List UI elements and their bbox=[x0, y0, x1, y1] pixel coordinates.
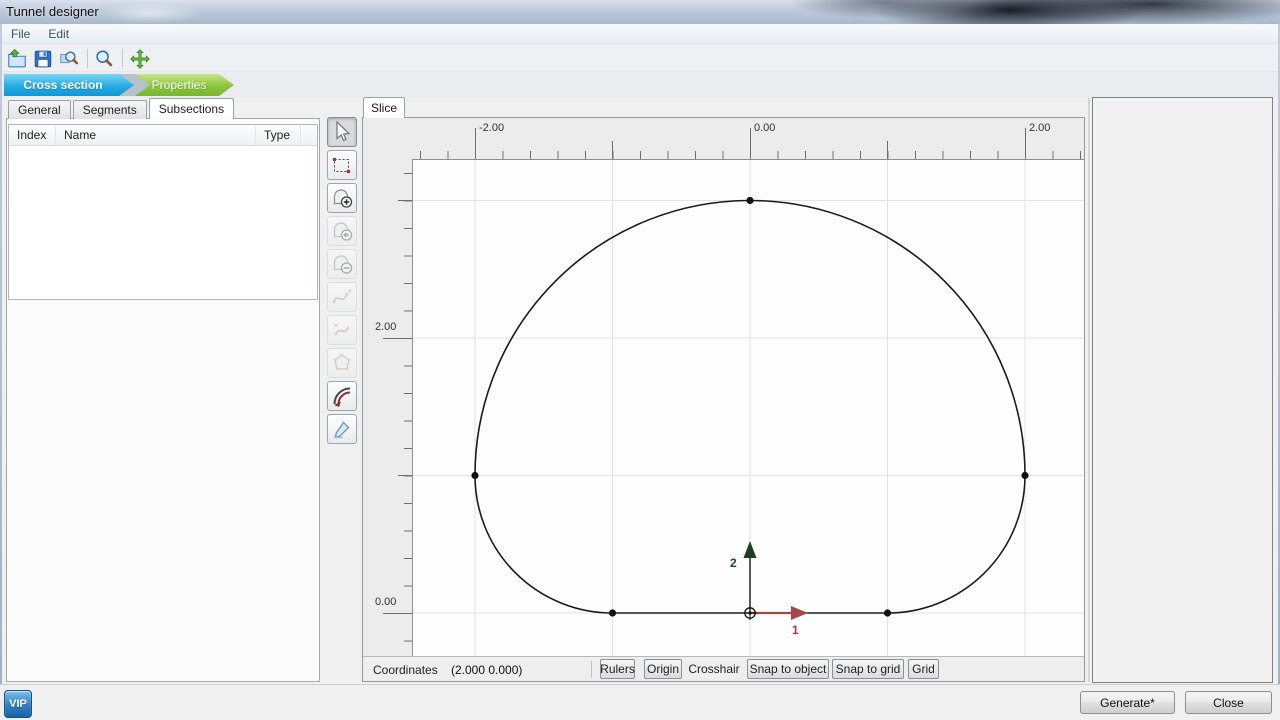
toggle-crosshair[interactable]: Crosshair bbox=[688, 659, 740, 679]
move-arrows-icon bbox=[129, 48, 151, 70]
wizard-bar: Cross section Properties bbox=[2, 72, 1278, 98]
window-title: Tunnel designer bbox=[6, 4, 99, 19]
tab-segments[interactable]: Segments bbox=[73, 100, 147, 119]
coordinates-value: (2.000 0.000) bbox=[451, 663, 522, 677]
tab-slice[interactable]: Slice bbox=[363, 97, 405, 118]
top-ruler-label: 0.00 bbox=[754, 122, 775, 134]
axis-1-label: 1 bbox=[792, 623, 799, 637]
magnifier-icon bbox=[93, 48, 115, 70]
left-ruler bbox=[371, 160, 412, 656]
tick bbox=[612, 141, 613, 159]
toggle-rulers[interactable]: Rulers bbox=[600, 659, 635, 679]
tick bbox=[750, 128, 751, 159]
zoom-selection-button[interactable] bbox=[57, 47, 81, 71]
panel-splitter[interactable] bbox=[1088, 98, 1090, 682]
tab-general[interactable]: General bbox=[8, 100, 71, 119]
zoom-button[interactable] bbox=[92, 47, 116, 71]
window-border-left bbox=[0, 24, 2, 720]
add-subsection-icon bbox=[330, 186, 354, 210]
toggle-snap-to-object[interactable]: Snap to object bbox=[747, 659, 829, 679]
tool-pointer[interactable] bbox=[327, 117, 357, 147]
menu-edit[interactable]: Edit bbox=[39, 25, 78, 43]
polycurve-icon bbox=[330, 285, 354, 309]
column-type[interactable]: Type bbox=[256, 125, 301, 145]
tunnel-cross-section-drawing[interactable]: 2 1 bbox=[413, 160, 1084, 656]
close-button[interactable]: Close bbox=[1185, 691, 1272, 714]
toolbar-separator bbox=[122, 49, 123, 68]
tool-polygon[interactable] bbox=[327, 348, 357, 378]
toggle-grid[interactable]: Grid bbox=[908, 659, 939, 679]
column-index[interactable]: Index bbox=[9, 125, 56, 145]
left-ruler-label: 0.00 bbox=[375, 596, 396, 608]
tool-remove-subsection[interactable] bbox=[327, 249, 357, 279]
tick bbox=[383, 338, 412, 339]
table-body-empty bbox=[9, 146, 317, 299]
tab-subsections[interactable]: Subsections bbox=[149, 98, 234, 119]
axis-1-arrow bbox=[750, 606, 808, 620]
column-name[interactable]: Name bbox=[56, 125, 256, 145]
tool-polycurve[interactable] bbox=[327, 282, 357, 312]
tool-insert-subsection[interactable] bbox=[327, 216, 357, 246]
rectangle-selection-icon bbox=[330, 153, 354, 177]
save-button[interactable] bbox=[31, 47, 55, 71]
tool-add-subsection[interactable] bbox=[327, 183, 357, 213]
subsections-table: Index Name Type bbox=[8, 124, 318, 300]
remove-subsection-icon bbox=[330, 252, 354, 276]
tool-pen[interactable] bbox=[327, 414, 357, 444]
drawing-surface[interactable]: 2 1 bbox=[412, 159, 1084, 656]
table-header: Index Name Type bbox=[9, 125, 317, 146]
polygon-icon bbox=[330, 351, 354, 375]
toolbar-separator bbox=[87, 49, 88, 68]
menu-bar: File Edit bbox=[2, 24, 1278, 44]
left-panel-tabs: General Segments Subsections bbox=[8, 99, 234, 119]
pointer-icon bbox=[330, 120, 354, 144]
tick bbox=[475, 128, 476, 159]
pen-tool-icon bbox=[330, 417, 354, 441]
toggle-snap-to-grid[interactable]: Snap to grid bbox=[832, 659, 904, 679]
vip-badge[interactable]: VIP bbox=[4, 690, 32, 718]
tool-modify-segments[interactable] bbox=[327, 315, 357, 345]
canvas-status-bar: Coordinates (2.000 0.000) Rulers Origin … bbox=[363, 656, 1084, 681]
axis-2-label: 2 bbox=[730, 556, 737, 570]
top-ruler-label: 2.00 bbox=[1029, 122, 1050, 134]
axis-2-arrow bbox=[744, 541, 757, 611]
tick bbox=[383, 613, 412, 614]
top-ruler-label: -2.00 bbox=[479, 122, 504, 134]
pan-button[interactable] bbox=[128, 47, 152, 71]
modify-segments-icon bbox=[330, 318, 354, 342]
tick bbox=[398, 200, 412, 201]
tool-arc[interactable] bbox=[327, 381, 357, 411]
arc-tool-icon bbox=[330, 384, 354, 408]
tick bbox=[398, 475, 412, 476]
top-ruler bbox=[413, 120, 1084, 159]
status-separator bbox=[591, 661, 592, 678]
generate-button[interactable]: Generate* bbox=[1080, 691, 1175, 714]
origin-marker bbox=[743, 606, 757, 620]
tick bbox=[1025, 128, 1026, 159]
toolbar bbox=[2, 44, 1278, 72]
tick bbox=[887, 141, 888, 159]
properties-panel bbox=[1092, 97, 1273, 683]
toggle-origin[interactable]: Origin bbox=[644, 659, 682, 679]
title-bar[interactable]: Tunnel designer bbox=[0, 0, 1280, 24]
menu-file[interactable]: File bbox=[2, 25, 39, 43]
tunnel-designer-window: Tunnel designer File Edit bbox=[0, 0, 1280, 720]
open-button[interactable] bbox=[5, 47, 29, 71]
open-folder-icon bbox=[6, 48, 28, 70]
wizard-step-cross-section[interactable]: Cross section bbox=[4, 74, 134, 96]
insert-subsection-icon bbox=[330, 219, 354, 243]
coordinates-label: Coordinates bbox=[373, 663, 438, 677]
save-floppy-icon bbox=[32, 48, 54, 70]
tool-rectangle-selection[interactable] bbox=[327, 150, 357, 180]
zoom-selection-icon bbox=[58, 48, 80, 70]
left-ruler-label: 2.00 bbox=[375, 321, 396, 333]
